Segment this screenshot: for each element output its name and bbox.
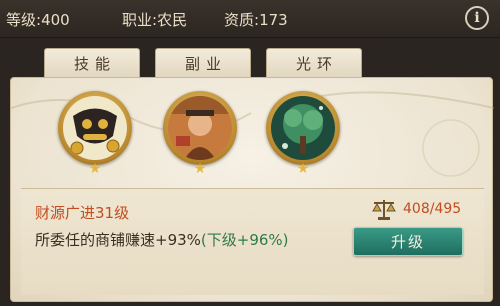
worker-skill-icon	[168, 96, 232, 160]
skill-panel: ★ ★ ★ 财源广进31级 所委任的商铺赚速+93%(下级+96%) 408/4…	[10, 77, 494, 302]
job-value: 农民	[157, 11, 188, 29]
skill-description: 所委任的商铺赚速+93%(下级+96%)	[35, 229, 289, 250]
next-level-text: (下级+96%)	[200, 231, 289, 249]
quality-value: 173	[259, 11, 288, 29]
skill-slot-3[interactable]: ★	[266, 91, 340, 177]
tab-halo[interactable]: 光环	[266, 48, 362, 77]
job-label: 职业:	[122, 11, 158, 29]
tree-skill-icon	[271, 96, 335, 160]
tab-skills[interactable]: 技能	[44, 48, 140, 77]
level-label: 等级:	[6, 11, 42, 29]
effect-text: 所委任的商铺赚速+93%	[35, 231, 201, 249]
scale-icon	[372, 200, 396, 220]
skill-detail-box: 财源广进31级 所委任的商铺赚速+93%(下级+96%) 408/495 升级	[21, 188, 484, 295]
tab-side-job[interactable]: 副业	[155, 48, 251, 77]
skill-slot-2[interactable]: ★	[163, 91, 237, 177]
tab-bar: 技能 副业 光环	[0, 48, 500, 78]
level-stat: 等级:400	[6, 9, 70, 30]
skill-title: 财源广进31级	[35, 204, 130, 222]
skill-slot-1[interactable]: ★	[58, 91, 132, 177]
upgrade-button[interactable]: 升级	[353, 227, 463, 256]
top-status-bar: 等级:400 职业:农民 资质:173 i	[0, 0, 500, 38]
upgrade-cost: 408/495	[371, 197, 461, 221]
quality-stat: 资质:173	[224, 9, 288, 30]
coin-cat-skill-icon	[63, 96, 127, 160]
star-icon: ★	[88, 161, 102, 177]
info-icon[interactable]: i	[465, 6, 489, 30]
star-icon: ★	[193, 161, 207, 177]
job-stat: 职业:农民	[122, 9, 187, 30]
star-icon: ★	[296, 161, 310, 177]
level-value: 400	[41, 11, 70, 29]
quality-label: 资质:	[224, 11, 260, 29]
cost-value: 408/495	[403, 201, 462, 217]
